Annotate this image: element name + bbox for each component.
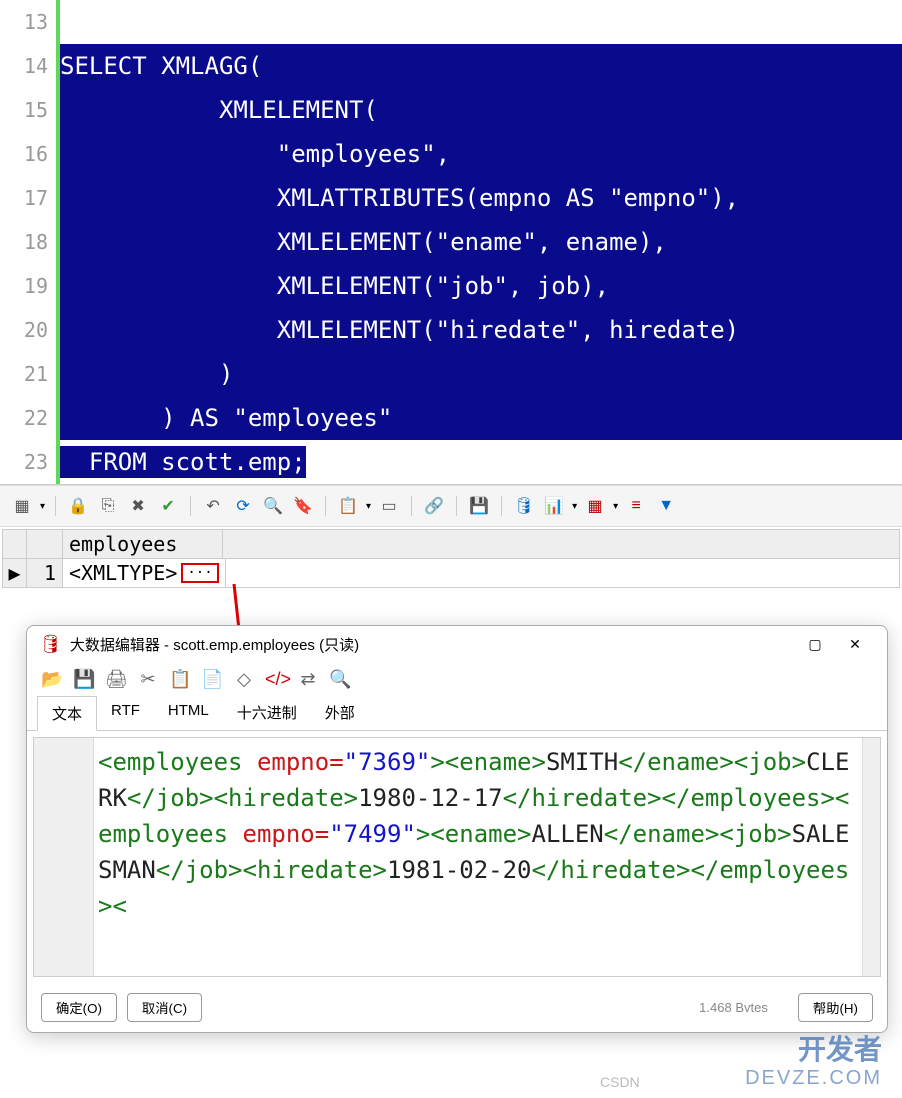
undo-icon[interactable]: ↶ [201,494,225,518]
cell-text: <XMLTYPE> [69,561,177,585]
dialog-title: 大数据编辑器 - scott.emp.employees (只读) [70,634,795,655]
database-icon[interactable]: 🛢 [512,494,536,518]
xml-content-area[interactable]: <employees empno="7369"><ename>SMITH</en… [33,737,881,977]
close-button[interactable]: ✕ [835,636,875,653]
rows-icon[interactable]: ≡ [624,494,648,518]
cell-value[interactable]: <XMLTYPE> ··· [63,559,226,587]
tab-1[interactable]: RTF [97,696,154,730]
single-record-icon[interactable]: ▭ [377,494,401,518]
bookmark-icon[interactable]: 🔖 [291,494,315,518]
tab-0[interactable]: 文本 [37,696,97,731]
columns-icon[interactable]: ▦ [583,494,607,518]
open-icon[interactable]: 📂 [41,669,63,690]
binoculars-icon[interactable]: 🔍 [261,494,285,518]
xml-gutter [34,738,94,976]
status-text: 1.468 Bvtes [212,1000,788,1015]
watermark-en: DEVZE.COM [745,1067,882,1090]
erase-icon[interactable]: ◇ [233,669,255,690]
cut-icon[interactable]: ✂ [137,669,159,690]
database-icon: 🛢 [39,634,62,655]
lock-icon[interactable]: 🔒 [66,494,90,518]
data-editor-dialog: 🛢 大数据编辑器 - scott.emp.employees (只读) ▢ ✕ … [26,625,888,1033]
chart-icon[interactable]: 📊 [542,494,566,518]
results-grid[interactable]: employees ▶ 1 <XMLTYPE> ··· [2,529,900,588]
search-icon[interactable]: 🔍 [329,669,351,690]
delete-row-icon[interactable]: ✖ [126,494,150,518]
results-toolbar: ▦▾ 🔒 ⎘ ✖ ✔ ↶ ⟳ 🔍 🔖 📋▾ ▭ 🔗 💾 🛢 📊▾ ▦▾ ≡ ▼ [0,485,902,527]
row-number: 1 [27,559,63,587]
export-icon[interactable]: 📋 [336,494,360,518]
scrollbar[interactable] [862,738,880,976]
maximize-button[interactable]: ▢ [795,636,835,653]
code-area[interactable]: SELECT XMLAGG( XMLELEMENT( "employees", … [60,0,902,484]
commit-icon[interactable]: ✔ [156,494,180,518]
watermark-cn: 开发者 [798,1028,882,1068]
column-header[interactable]: employees [63,530,223,558]
row-indicator-icon: ▶ [3,559,27,587]
cell-editor-button[interactable]: ··· [181,563,218,583]
rownum-header [27,530,63,558]
cancel-button[interactable]: 取消(C) [127,993,202,1022]
xml-text[interactable]: <employees empno="7369"><ename>SMITH</en… [94,738,862,976]
code-icon[interactable]: </> [265,669,287,690]
grid-icon[interactable]: ▦ [10,494,34,518]
refresh-icon[interactable]: ⟳ [231,494,255,518]
watermark-csdn: CSDN [600,1074,640,1090]
code-editor[interactable]: 1314151617181920212223 SELECT XMLAGG( XM… [0,0,902,485]
line-gutter: 1314151617181920212223 [0,0,60,484]
help-button[interactable]: 帮助(H) [798,993,873,1022]
tab-4[interactable]: 外部 [311,696,369,730]
wrap-icon[interactable]: ⇄ [297,669,319,690]
dialog-tabs: 文本RTFHTML十六进制外部 [27,696,887,731]
link-icon[interactable]: 🔗 [422,494,446,518]
ok-button[interactable]: 确定(O) [41,993,117,1022]
tab-2[interactable]: HTML [154,696,223,730]
save-icon[interactable]: 💾 [73,669,95,690]
save-icon[interactable]: 💾 [467,494,491,518]
print-icon[interactable]: 🖨 [105,669,127,690]
dialog-footer: 确定(O) 取消(C) 1.468 Bvtes 帮助(H) [27,983,887,1032]
dialog-toolbar: 📂 💾 🖨 ✂ 📋 📄 ◇ </> ⇄ 🔍 [27,663,887,696]
filter-icon[interactable]: ▼ [654,494,678,518]
add-row-icon[interactable]: ⎘ [96,494,120,518]
row-header-corner [3,530,27,558]
copy-icon[interactable]: 📋 [169,669,191,690]
dialog-titlebar[interactable]: 🛢 大数据编辑器 - scott.emp.employees (只读) ▢ ✕ [27,626,887,663]
paste-icon[interactable]: 📄 [201,669,223,690]
tab-3[interactable]: 十六进制 [223,696,311,730]
